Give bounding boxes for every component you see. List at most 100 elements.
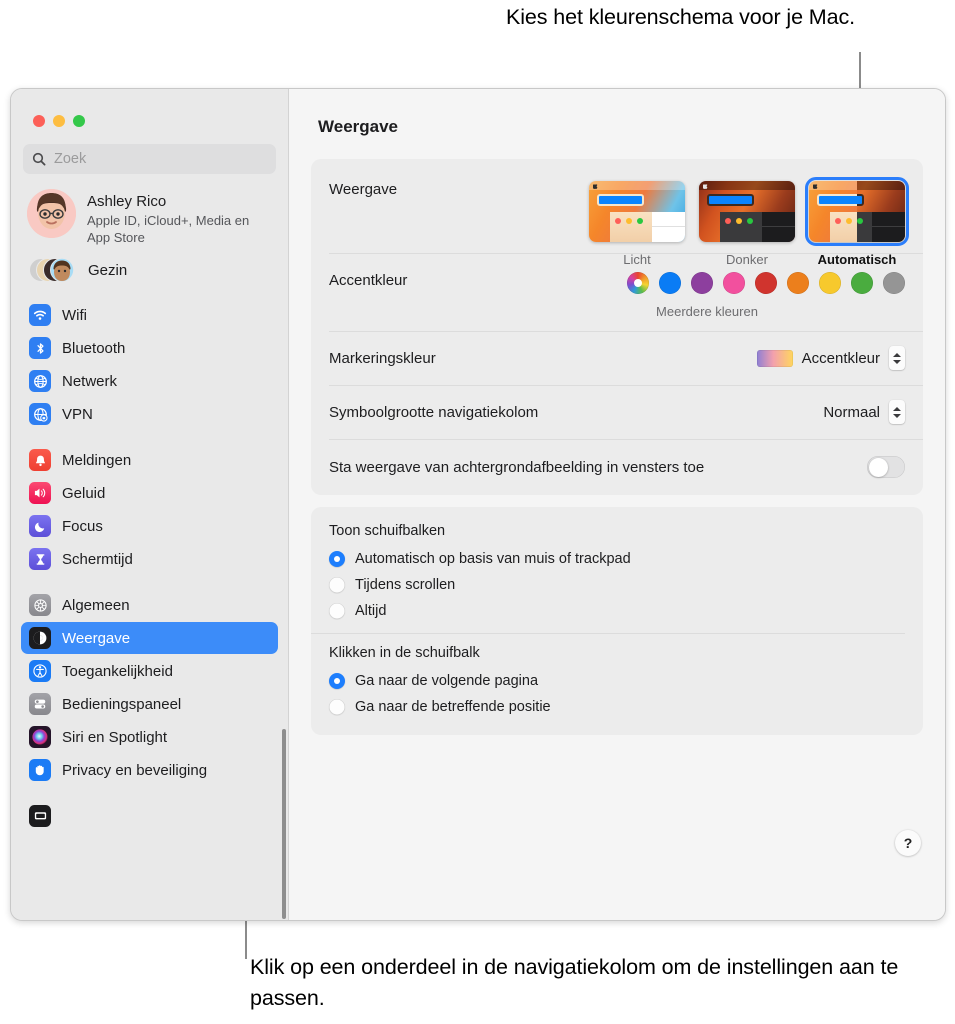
sidebar-item-vpn[interactable]: VPN <box>21 398 278 430</box>
radio-selected-icon[interactable] <box>329 673 345 689</box>
click-scrollbar-option-jump-to-spot[interactable]: Ga naar de betreffende positie <box>329 694 905 720</box>
accent-color-sublabel: Meerdere kleuren <box>656 304 758 319</box>
radio-label: Tijdens scrollen <box>355 577 456 593</box>
wallpaper-tinting-toggle[interactable] <box>867 456 905 478</box>
sidebar-item-label: Bluetooth <box>62 339 126 357</box>
sidebar-item-general[interactable]: Algemeen <box>21 589 278 621</box>
accent-swatch-blue[interactable] <box>659 272 681 294</box>
sidebar-item-wifi[interactable]: Wifi <box>21 299 278 331</box>
account-subtitle: Apple ID, iCloud+, Media en App Store <box>87 213 250 245</box>
sidebar-item-siri-spotlight[interactable]: Siri en Spotlight <box>21 721 278 753</box>
help-button[interactable]: ? <box>895 830 921 856</box>
accent-swatch-pink[interactable] <box>723 272 745 294</box>
main-content: Weergave Weergave Licht Donker Automatis… <box>289 89 945 920</box>
radio-unselected-icon[interactable] <box>329 699 345 715</box>
light-appearance-thumbnail[interactable] <box>589 181 685 242</box>
highlight-color-value: Accentkleur <box>801 349 880 367</box>
sidebar-item-weergave[interactable]: Weergave <box>21 622 278 654</box>
wifi-icon <box>29 304 51 326</box>
sidebar-item-partially-visible[interactable] <box>21 800 278 832</box>
sidebar-item-bluetooth[interactable]: Bluetooth <box>21 332 278 364</box>
chevron-up-down-icon[interactable] <box>889 400 905 424</box>
account-name: Ashley Rico <box>87 193 167 210</box>
highlight-color-row: Markeringskleur Accentkleur <box>311 331 923 385</box>
sidebar-group-preferences: Algemeen Weergave Toegankelijkheid Bedie… <box>21 589 278 786</box>
sidebar-group-connectivity: Wifi Bluetooth Netwerk VPN <box>21 299 278 430</box>
sidebar-scrollbar[interactable] <box>282 729 286 919</box>
moon-icon <box>29 515 51 537</box>
accent-color-label: Accentkleur <box>329 272 408 289</box>
scrollbar-option-always[interactable]: Altijd <box>329 598 905 624</box>
screenshot-stage: Kies het kleurenschema voor je Mac. Klik… <box>0 0 955 1024</box>
radio-label: Altijd <box>355 603 387 619</box>
accent-color-picker: Meerdere kleuren <box>627 272 905 319</box>
scrollbar-option-when-scrolling[interactable]: Tijdens scrollen <box>329 572 905 598</box>
sidebar-item-control-center[interactable]: Bedieningspaneel <box>21 688 278 720</box>
appearance-label: Weergave <box>329 181 398 198</box>
window-traffic-lights <box>11 89 288 127</box>
sidebar: Zoek Ashley Rico Apple ID, iCloud+, Medi… <box>11 89 289 920</box>
auto-appearance-thumbnail[interactable] <box>804 176 910 247</box>
highlight-color-label: Markeringskleur <box>329 349 436 367</box>
click-scrollbar-title: Klikken in de schuifbalk <box>329 645 480 661</box>
sidebar-item-label: Bedieningspaneel <box>62 695 182 713</box>
sidebar-nav: Wifi Bluetooth Netwerk VPN Meldingen Gel… <box>11 285 288 832</box>
radio-label: Ga naar de betreffende positie <box>355 699 551 715</box>
hourglass-icon <box>29 548 51 570</box>
account-row[interactable]: Ashley Rico Apple ID, iCloud+, Media en … <box>11 174 288 246</box>
hand-icon <box>29 759 51 781</box>
click-scrollbar-option-next-page[interactable]: Ga naar de volgende pagina <box>329 668 905 694</box>
callout-bottom-text: Klik op een onderdeel in de navigatiekol… <box>250 955 899 1010</box>
desktop-dock-icon <box>29 805 51 827</box>
sidebar-item-label: Geluid <box>62 484 106 502</box>
sidebar-item-label: Wifi <box>62 306 87 324</box>
system-settings-window: Zoek Ashley Rico Apple ID, iCloud+, Medi… <box>10 88 946 921</box>
sidebar-item-family[interactable]: Gezin <box>11 246 288 285</box>
auto-dark-half <box>857 181 905 242</box>
close-button[interactable] <box>33 115 45 127</box>
sidebar-item-focus[interactable]: Focus <box>21 510 278 542</box>
sidebar-item-accessibility[interactable]: Toegankelijkheid <box>21 655 278 687</box>
sidebar-item-screentime[interactable]: Schermtijd <box>21 543 278 575</box>
accent-swatch-yellow[interactable] <box>819 272 841 294</box>
dark-appearance-thumbnail[interactable] <box>699 181 795 242</box>
accent-swatch-green[interactable] <box>851 272 873 294</box>
accent-swatch-orange[interactable] <box>787 272 809 294</box>
search-placeholder: Zoek <box>54 151 87 167</box>
search-input[interactable]: Zoek <box>23 144 276 174</box>
vpn-globe-icon <box>29 403 51 425</box>
highlight-color-select[interactable]: Accentkleur <box>756 346 905 370</box>
family-avatars-icon <box>29 255 75 285</box>
sidebar-divider <box>21 787 278 800</box>
radio-unselected-icon[interactable] <box>329 603 345 619</box>
accent-swatch-red[interactable] <box>755 272 777 294</box>
chevron-up-down-icon[interactable] <box>889 346 905 370</box>
minimize-button[interactable] <box>53 115 65 127</box>
sidebar-item-network[interactable]: Netwerk <box>21 365 278 397</box>
sidebar-item-label: Weergave <box>62 629 131 647</box>
accent-swatch-graphite[interactable] <box>883 272 905 294</box>
sidebar-item-label: Privacy en beveiliging <box>62 761 208 779</box>
callout-top-text: Kies het kleurenschema voor je Mac. <box>505 5 855 29</box>
zoom-button[interactable] <box>73 115 85 127</box>
sidebar-item-label: Siri en Spotlight <box>62 728 168 746</box>
sidebar-item-label: Meldingen <box>62 451 132 469</box>
appearance-settings-card: Weergave Licht Donker Automatisch Accent… <box>311 159 923 495</box>
sidebar-item-sound[interactable]: Geluid <box>21 477 278 509</box>
sidebar-group-system: Meldingen Geluid Focus Schermtijd <box>21 444 278 575</box>
scrollbar-option-auto[interactable]: Automatisch op basis van muis of trackpa… <box>329 546 905 572</box>
wallpaper-tinting-row: Sta weergave van achtergrondafbeelding i… <box>311 439 923 495</box>
bluetooth-icon <box>29 337 51 359</box>
sidebar-item-notifications[interactable]: Meldingen <box>21 444 278 476</box>
sidebar-item-label: VPN <box>62 405 93 423</box>
globe-icon <box>29 370 51 392</box>
sidebar-item-label: Gezin <box>88 261 128 279</box>
accent-swatch-multicolor[interactable] <box>627 272 649 294</box>
sidebar-item-label: Netwerk <box>62 372 118 390</box>
radio-unselected-icon[interactable] <box>329 577 345 593</box>
accent-swatch-purple[interactable] <box>691 272 713 294</box>
sidebar-item-privacy-security[interactable]: Privacy en beveiliging <box>21 754 278 786</box>
sidebar-icon-size-select[interactable]: Normaal <box>823 400 905 424</box>
radio-selected-icon[interactable] <box>329 551 345 567</box>
sidebar-item-label: Focus <box>62 517 103 535</box>
